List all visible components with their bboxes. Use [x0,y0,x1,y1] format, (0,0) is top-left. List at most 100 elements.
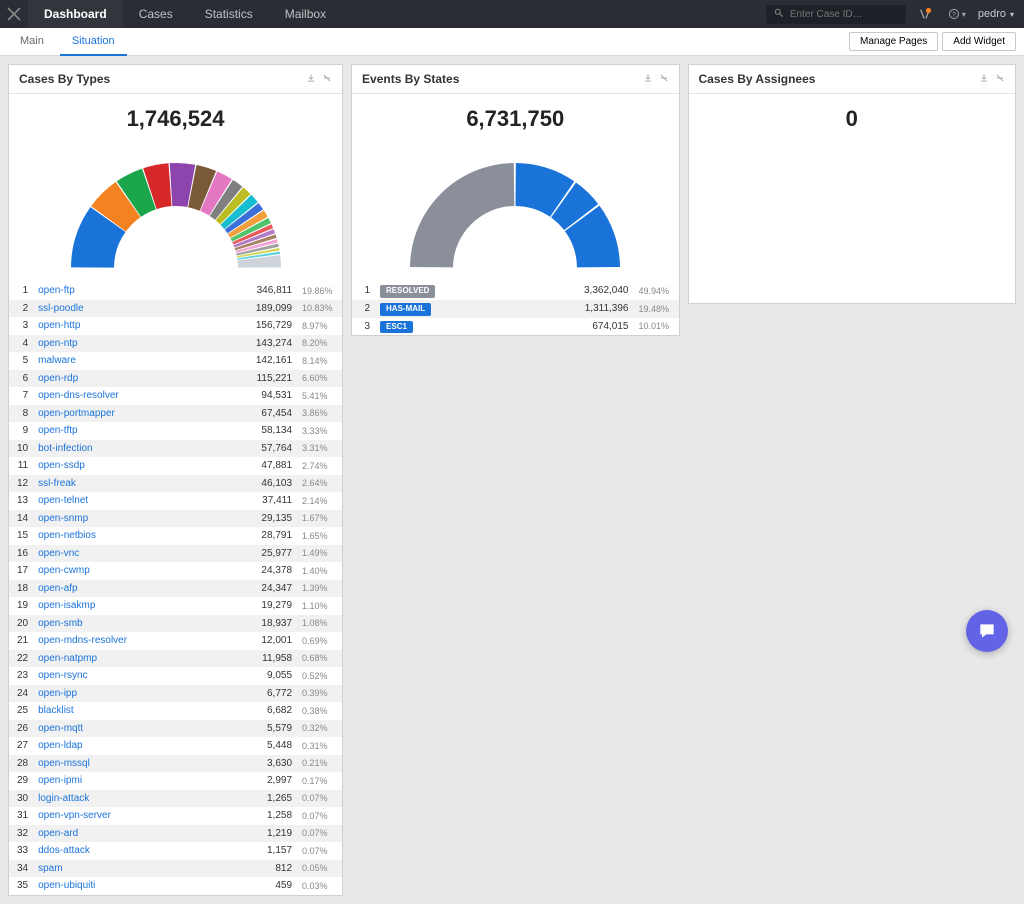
state-count: 674,015 [576,318,637,336]
case-search[interactable] [766,5,906,24]
type-link[interactable]: open-ldap [30,737,240,755]
table-row: 35open-ubiquiti4590.03% [9,877,342,895]
type-link[interactable]: open-ntp [30,335,240,353]
widget-events-by-states: Events By States 6,731,750 1RESOLVED3,36… [351,64,679,336]
type-link[interactable]: open-telnet [30,492,240,510]
row-index: 31 [9,807,30,825]
type-link[interactable]: open-ssdp [30,457,240,475]
add-widget-button[interactable]: Add Widget [942,32,1016,51]
type-link[interactable]: blacklist [30,702,240,720]
type-link[interactable]: ddos-attack [30,842,240,860]
row-index: 12 [9,475,30,493]
app-logo[interactable] [0,0,28,28]
type-link[interactable]: open-mdns-resolver [30,632,240,650]
type-link[interactable]: open-afp [30,580,240,598]
help-icon[interactable]: ? ▾ [944,8,970,20]
nav-mailbox[interactable]: Mailbox [269,0,342,28]
type-link[interactable]: open-tftp [30,422,240,440]
type-link[interactable]: open-ubiquiti [30,877,240,895]
type-pct: 0.05% [300,860,342,878]
nav-cases[interactable]: Cases [123,0,189,28]
type-link[interactable]: ssl-poodle [30,300,240,318]
table-row: 11open-ssdp47,8812.74% [9,457,342,475]
type-link[interactable]: open-cwmp [30,562,240,580]
type-link[interactable]: login-attack [30,790,240,808]
state-pct: 19.48% [637,300,679,318]
table-row: 22open-natpmp11,9580.68% [9,650,342,668]
download-icon[interactable] [643,72,653,86]
state-tag[interactable]: RESOLVED [372,282,576,300]
alerts-icon[interactable] [914,7,936,21]
download-icon[interactable] [979,72,989,86]
chat-fab[interactable] [966,610,1008,652]
settings-icon[interactable] [659,72,669,86]
type-link[interactable]: open-isakmp [30,597,240,615]
settings-icon[interactable] [995,72,1005,86]
type-link[interactable]: open-mqtt [30,720,240,738]
type-pct: 3.33% [300,422,342,440]
nav-dashboard[interactable]: Dashboard [28,0,123,28]
case-search-input[interactable] [790,9,890,20]
settings-icon[interactable] [322,72,332,86]
row-index: 22 [9,650,30,668]
table-row: 25blacklist6,6820.38% [9,702,342,720]
manage-pages-button[interactable]: Manage Pages [849,32,938,51]
type-link[interactable]: open-snmp [30,510,240,528]
type-count: 5,448 [240,737,300,755]
row-index: 27 [9,737,30,755]
type-link[interactable]: open-rsync [30,667,240,685]
type-count: 19,279 [240,597,300,615]
type-link[interactable]: open-vnc [30,545,240,563]
tab-situation[interactable]: Situation [60,28,127,56]
state-tag[interactable]: ESC1 [372,318,576,336]
type-pct: 0.39% [300,685,342,703]
row-index: 29 [9,772,30,790]
type-count: 812 [240,860,300,878]
type-link[interactable]: open-ftp [30,282,240,300]
table-row: 21open-mdns-resolver12,0010.69% [9,632,342,650]
type-link[interactable]: open-http [30,317,240,335]
type-link[interactable]: malware [30,352,240,370]
type-pct: 1.08% [300,615,342,633]
state-tag[interactable]: HAS-MAIL [372,300,576,318]
events-states-list: 1RESOLVED3,362,04049.94%2HAS-MAIL1,311,3… [352,282,678,335]
type-link[interactable]: open-netbios [30,527,240,545]
type-link[interactable]: open-ipmi [30,772,240,790]
nav-statistics[interactable]: Statistics [189,0,269,28]
type-pct: 2.14% [300,492,342,510]
type-pct: 0.17% [300,772,342,790]
type-link[interactable]: spam [30,860,240,878]
type-link[interactable]: ssl-freak [30,475,240,493]
state-pct: 10.01% [637,318,679,336]
type-link[interactable]: open-ipp [30,685,240,703]
row-index: 2 [9,300,30,318]
type-pct: 19.86% [300,282,342,300]
widget-title: Cases By Types [19,72,110,86]
type-link[interactable]: open-natpmp [30,650,240,668]
table-row: 8open-portmapper67,4543.86% [9,405,342,423]
tab-main[interactable]: Main [8,28,56,56]
type-count: 24,378 [240,562,300,580]
type-link[interactable]: bot-infection [30,440,240,458]
type-link[interactable]: open-portmapper [30,405,240,423]
type-link[interactable]: open-rdp [30,370,240,388]
table-row: 5malware142,1618.14% [9,352,342,370]
subbar: MainSituation Manage Pages Add Widget [0,28,1024,56]
type-link[interactable]: open-vpn-server [30,807,240,825]
table-row: 31open-vpn-server1,2580.07% [9,807,342,825]
type-pct: 0.69% [300,632,342,650]
widget-cases-by-types: Cases By Types 1,746,524 1open-ftp346,81… [8,64,343,896]
type-count: 57,764 [240,440,300,458]
type-link[interactable]: open-mssql [30,755,240,773]
type-count: 143,274 [240,335,300,353]
table-row: 13open-telnet37,4112.14% [9,492,342,510]
user-menu[interactable]: pedro▾ [978,8,1014,20]
type-link[interactable]: open-smb [30,615,240,633]
type-link[interactable]: open-ard [30,825,240,843]
table-row: 23open-rsync9,0550.52% [9,667,342,685]
type-link[interactable]: open-dns-resolver [30,387,240,405]
type-count: 11,958 [240,650,300,668]
download-icon[interactable] [306,72,316,86]
type-count: 94,531 [240,387,300,405]
table-row: 1open-ftp346,81119.86% [9,282,342,300]
